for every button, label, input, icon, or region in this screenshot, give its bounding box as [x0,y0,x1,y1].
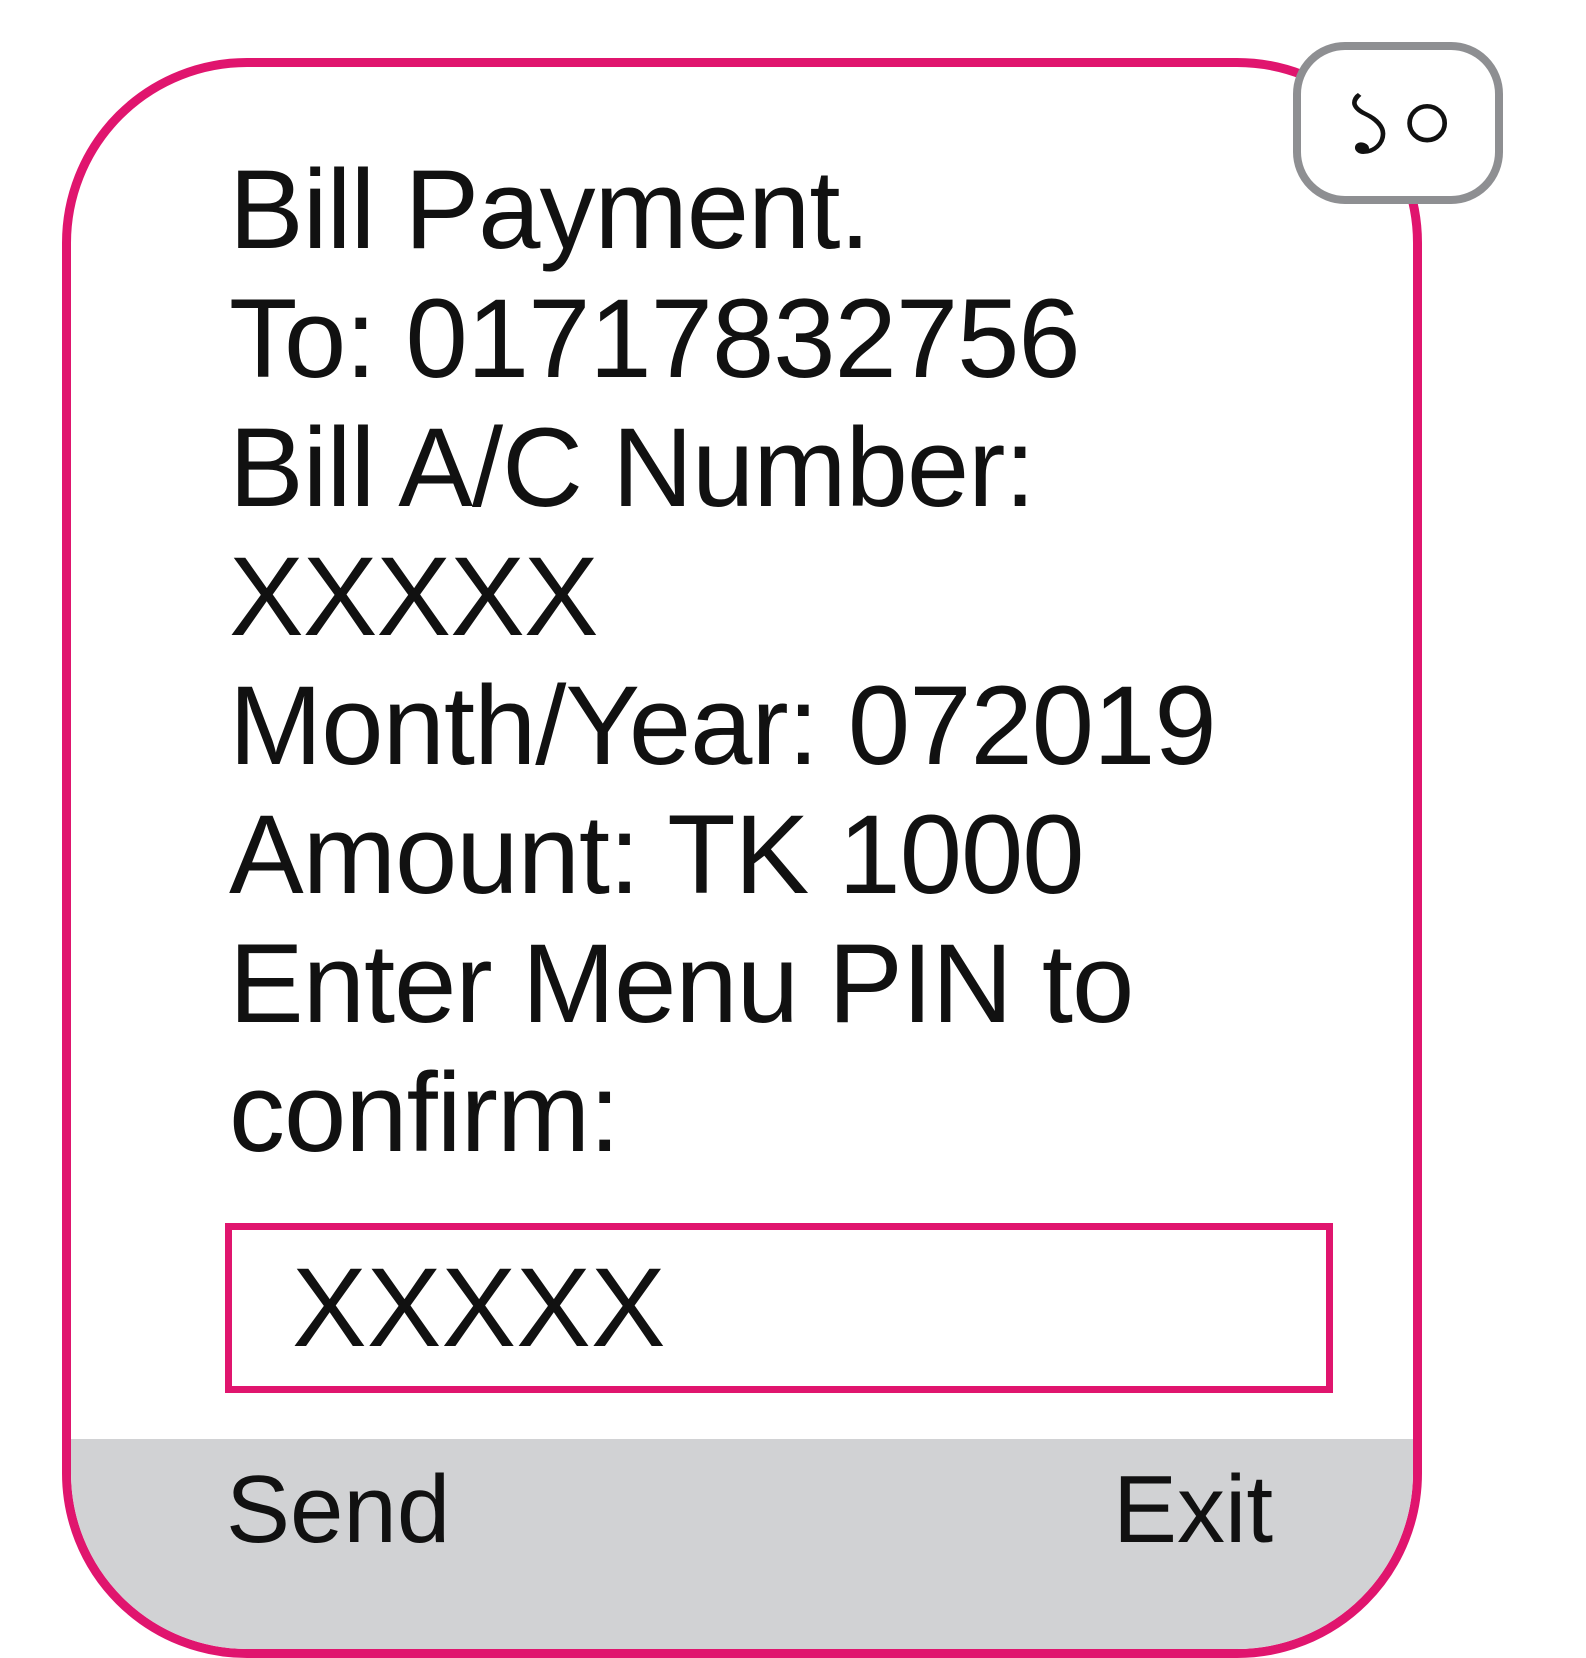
month-year-line: Month/Year: 072019 [229,663,1217,788]
pin-prompt-line-1: Enter Menu PIN to [229,921,1134,1046]
message-title: Bill Payment. [229,147,871,272]
amount-line: Amount: TK 1000 [229,792,1085,917]
bill-account-value: XXXXX [229,534,599,659]
pin-prompt-line-2: confirm: [229,1050,620,1175]
ussd-message: Bill Payment. To: 01717832756 Bill A/C N… [229,145,1379,1177]
send-button[interactable]: Send [226,1455,450,1565]
pin-input-field[interactable]: XXXXX [225,1223,1333,1393]
bill-account-label: Bill A/C Number: [229,405,1036,530]
exit-button[interactable]: Exit [1113,1455,1273,1565]
softkey-bar: Send Exit [71,1439,1413,1649]
recipient-line: To: 01717832756 [229,276,1081,401]
phone-screen: Bill Payment. To: 01717832756 Bill A/C N… [62,58,1422,1658]
step-number-badge: ১০ [1293,42,1503,204]
